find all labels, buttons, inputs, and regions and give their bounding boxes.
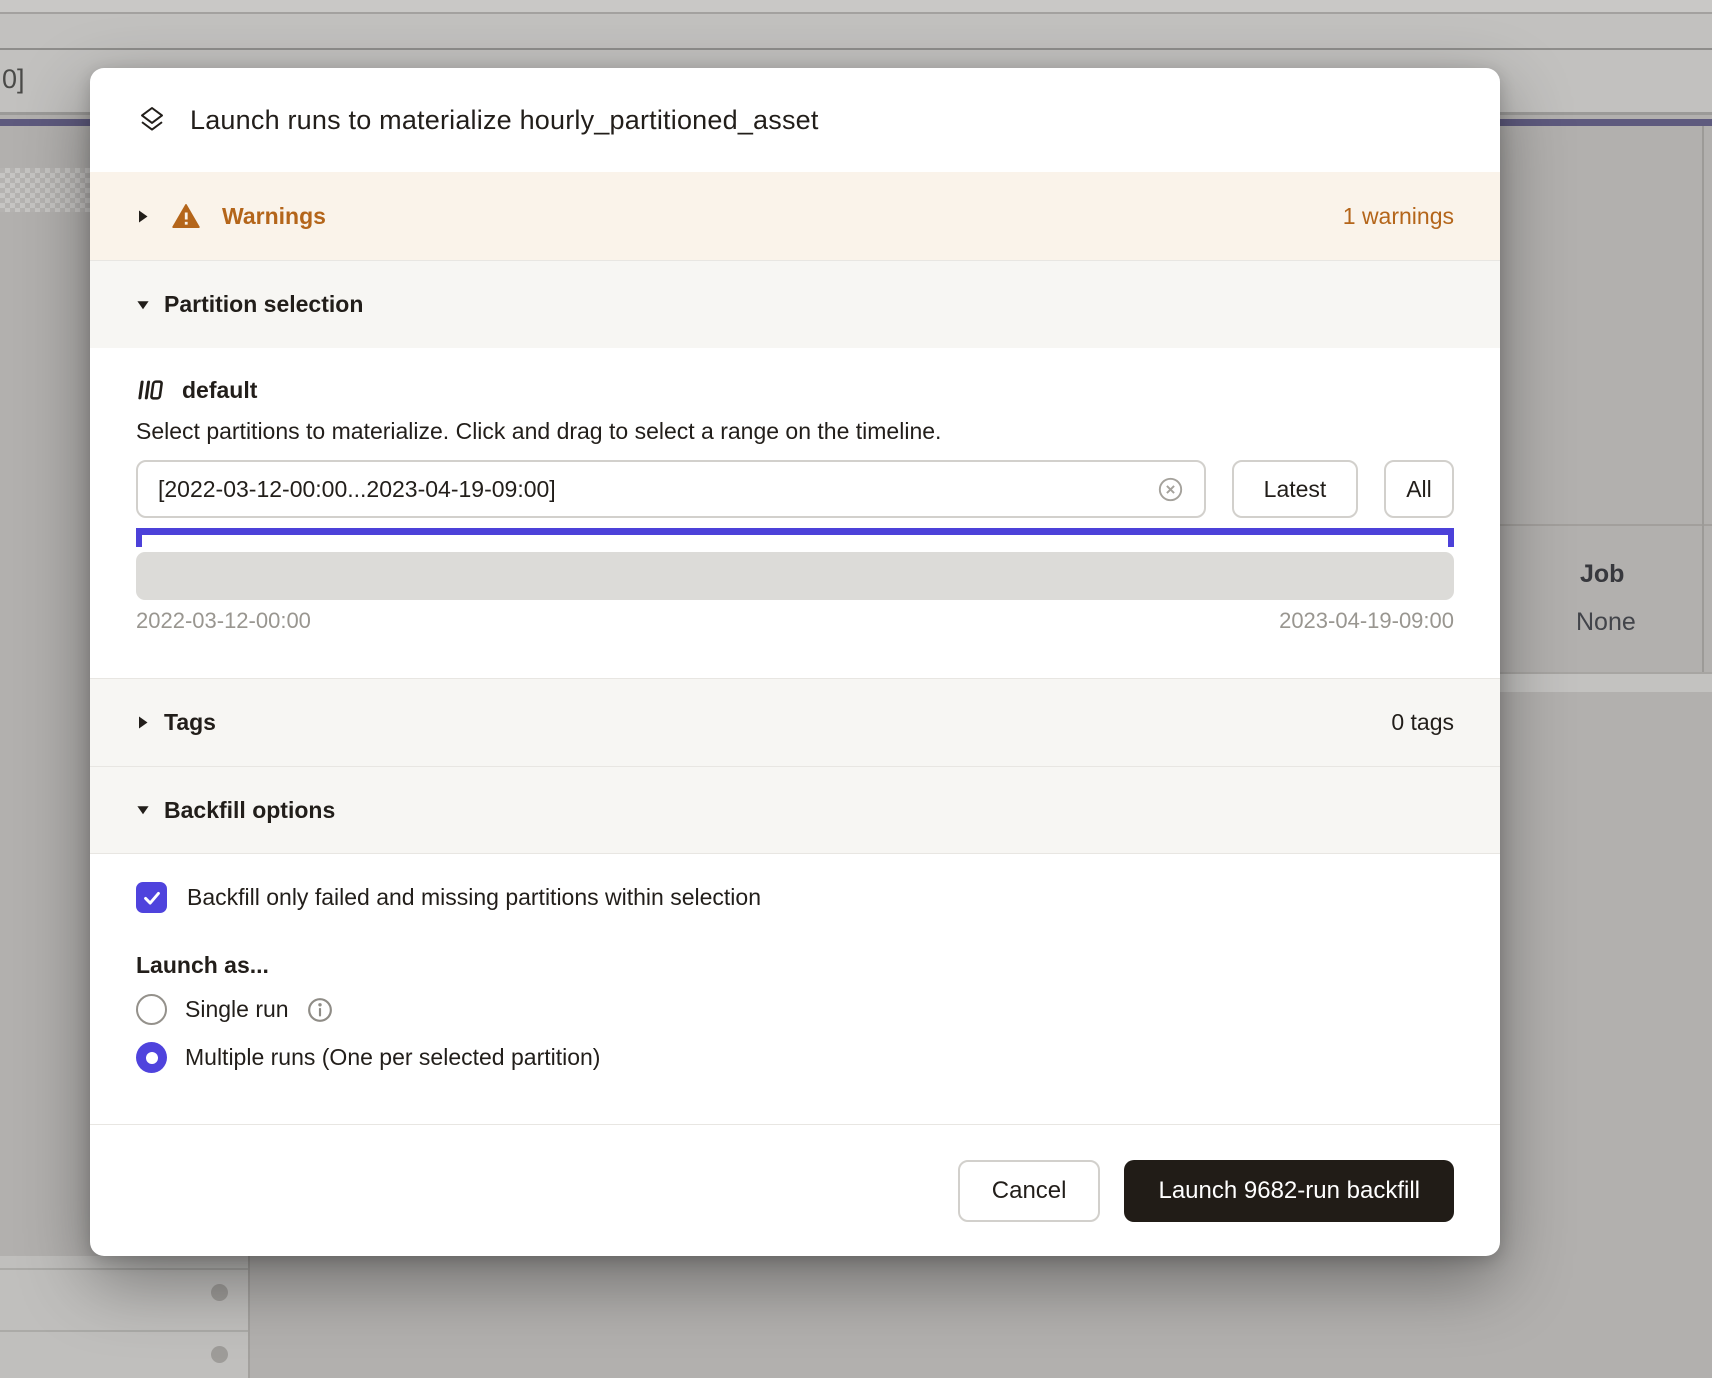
- warnings-count: 1 warnings: [1343, 203, 1454, 230]
- partition-range-input-wrap: [136, 460, 1206, 518]
- tags-count: 0 tags: [1391, 709, 1454, 736]
- page-root: 0] Job None Launch runs to materialize h…: [0, 0, 1712, 1378]
- launch-backfill-button[interactable]: Launch 9682-run backfill: [1124, 1160, 1454, 1222]
- background-column-divider: [248, 1256, 250, 1378]
- radio-selected-icon[interactable]: [136, 1042, 167, 1073]
- partition-timeline[interactable]: [136, 552, 1454, 600]
- clear-input-icon[interactable]: [1157, 476, 1184, 503]
- background-partition-health-strip: [0, 168, 102, 212]
- partition-selection-label: Partition selection: [164, 291, 363, 318]
- backfill-options-toggle[interactable]: Backfill options: [90, 766, 1500, 854]
- launch-backfill-dialog: Launch runs to materialize hourly_partit…: [90, 68, 1500, 1256]
- caret-right-icon: [136, 715, 150, 730]
- background-band: [1500, 674, 1712, 692]
- timeline-date-labels: 2022-03-12-00:00 2023-04-19-09:00: [136, 608, 1454, 634]
- caret-down-icon: [136, 299, 150, 311]
- timeline-end-label: 2023-04-19-09:00: [1279, 608, 1454, 634]
- background-top-strip: [0, 0, 1712, 12]
- background-row-divider: [0, 1330, 248, 1332]
- single-run-label: Single run: [185, 996, 289, 1023]
- background-row-divider: [1500, 524, 1712, 526]
- warnings-section-toggle[interactable]: Warnings 1 warnings: [90, 172, 1500, 260]
- missing-partitions-checkbox-row[interactable]: Backfill only failed and missing partiti…: [136, 882, 761, 913]
- dialog-footer: Cancel Launch 9682-run backfill: [90, 1124, 1500, 1256]
- dialog-title: Launch runs to materialize hourly_partit…: [190, 105, 819, 136]
- partition-range-row: Latest All: [136, 460, 1454, 518]
- background-row-divider: [0, 1268, 248, 1270]
- checked-checkbox-icon[interactable]: [136, 882, 167, 913]
- dimension-row: default: [136, 376, 257, 404]
- dialog-header: Launch runs to materialize hourly_partit…: [90, 68, 1500, 172]
- partition-range-input[interactable]: [158, 476, 1157, 503]
- backfill-options-body: Backfill only failed and missing partiti…: [90, 854, 1500, 1122]
- radio-unselected-icon[interactable]: [136, 994, 167, 1025]
- info-icon[interactable]: [307, 997, 333, 1023]
- backfill-options-label: Backfill options: [164, 797, 335, 824]
- background-job-column-header: Job: [1580, 560, 1624, 589]
- background-left-list-panel: [0, 1256, 248, 1378]
- single-run-radio-row[interactable]: Single run: [136, 994, 333, 1025]
- tags-label: Tags: [164, 709, 216, 736]
- background-job-column-value: None: [1576, 608, 1636, 637]
- background-column-divider: [1702, 126, 1704, 678]
- multiple-runs-label: Multiple runs (One per selected partitio…: [185, 1044, 600, 1071]
- asset-layers-icon: [136, 104, 168, 136]
- latest-button[interactable]: Latest: [1232, 460, 1358, 518]
- caret-down-icon: [136, 804, 150, 816]
- background-band: [0, 14, 1712, 48]
- partition-selection-toggle[interactable]: Partition selection: [90, 260, 1500, 348]
- timeline-start-label: 2022-03-12-00:00: [136, 608, 311, 634]
- background-status-dot: [211, 1284, 228, 1301]
- partition-help-text: Select partitions to materialize. Click …: [136, 418, 941, 445]
- warning-icon: [172, 203, 200, 229]
- partition-selection-range-indicator: [136, 528, 1454, 535]
- partition-set-icon: [136, 376, 164, 404]
- caret-right-icon: [136, 209, 150, 224]
- partition-selection-body: default Select partitions to materialize…: [90, 348, 1500, 678]
- launch-as-label: Launch as...: [136, 952, 269, 979]
- all-button[interactable]: All: [1384, 460, 1454, 518]
- cancel-button[interactable]: Cancel: [958, 1160, 1101, 1222]
- tags-section-toggle[interactable]: Tags 0 tags: [90, 678, 1500, 766]
- background-status-dot: [211, 1346, 228, 1363]
- multiple-runs-radio-row[interactable]: Multiple runs (One per selected partitio…: [136, 1042, 600, 1073]
- dimension-name: default: [182, 377, 257, 404]
- warnings-label: Warnings: [222, 203, 326, 230]
- missing-partitions-checkbox-label: Backfill only failed and missing partiti…: [187, 884, 761, 911]
- background-partial-input-text: 0]: [2, 64, 25, 95]
